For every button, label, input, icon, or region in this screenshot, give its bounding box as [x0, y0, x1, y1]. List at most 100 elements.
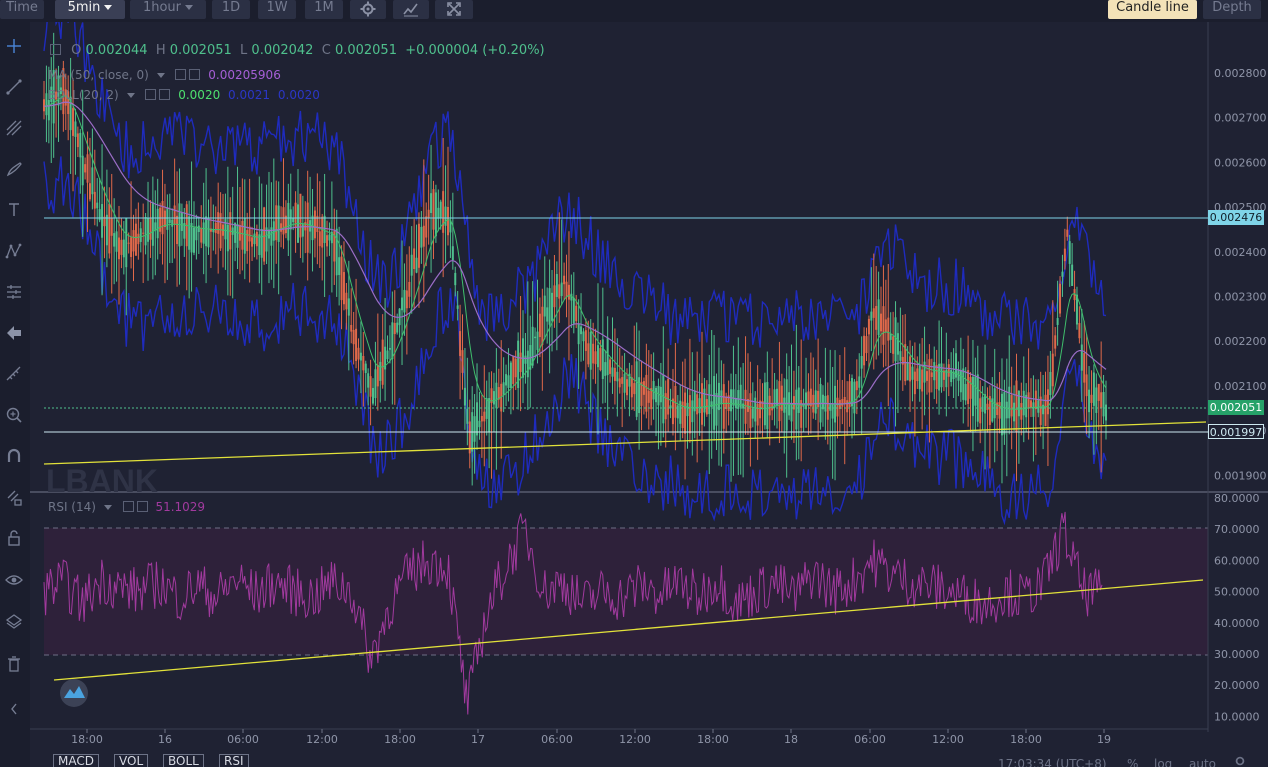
candle-body: [272, 221, 275, 241]
lock-pencil-icon[interactable]: [4, 487, 24, 507]
time-button[interactable]: Time: [0, 0, 44, 19]
candle-body: [790, 404, 793, 422]
measure-icon[interactable]: [4, 282, 24, 302]
candle-body: [197, 225, 200, 232]
w1-label: 1W: [266, 0, 288, 15]
candle-body: [340, 256, 343, 301]
trend-line-icon[interactable]: [4, 77, 24, 97]
candle-body: [444, 206, 447, 226]
chart-type-button[interactable]: [393, 0, 429, 19]
zoom-in-icon[interactable]: [4, 405, 24, 425]
candle-body: [843, 396, 846, 404]
candle-body: [551, 292, 554, 321]
candle-body: [495, 382, 498, 409]
rsi-label[interactable]: RSI (14): [48, 500, 96, 514]
candle-body: [916, 368, 919, 382]
interval-5min-dropdown[interactable]: 5min: [55, 0, 125, 19]
candle-body: [630, 377, 633, 398]
candle-body: [519, 352, 522, 373]
magnet-icon[interactable]: [4, 446, 24, 466]
time-tick-label: 16: [158, 733, 172, 746]
candle-body: [127, 242, 130, 244]
candle-body: [466, 408, 469, 424]
candle-body: [930, 372, 933, 377]
chart-type-icon: [403, 3, 418, 17]
text-icon[interactable]: [4, 200, 24, 220]
close-icon[interactable]: [159, 89, 171, 100]
candle-body: [589, 331, 592, 370]
chevron-down-icon[interactable]: [103, 505, 112, 510]
lock-icon[interactable]: [4, 528, 24, 548]
layers-icon[interactable]: [4, 612, 24, 632]
high-value: 0.002051: [169, 43, 232, 58]
chevron-down-icon[interactable]: [126, 93, 135, 98]
candle-body: [132, 230, 135, 252]
candle-body: [858, 376, 861, 388]
ma-label[interactable]: MA (50, close, 0): [48, 68, 149, 82]
candle-body: [768, 395, 771, 416]
brush-icon[interactable]: [4, 159, 24, 179]
tab-vol[interactable]: VOL: [114, 754, 149, 767]
percent-toggle[interactable]: %: [1127, 757, 1138, 767]
pattern-icon[interactable]: [4, 241, 24, 261]
candle-body: [899, 351, 902, 361]
auto-toggle[interactable]: auto: [1189, 757, 1216, 767]
candle-body: [391, 322, 394, 360]
price-chart[interactable]: LBANK 0.0028000.0027000.0026000.0025000.…: [30, 22, 1268, 767]
candle-body: [275, 205, 278, 241]
tab-rsi[interactable]: RSI: [219, 754, 249, 767]
collapse-sidebar-icon[interactable]: [4, 699, 17, 719]
close-icon[interactable]: [189, 69, 201, 80]
back-arrow-icon[interactable]: [4, 323, 24, 343]
candle-body: [255, 231, 258, 247]
candle-line-button[interactable]: Candle line: [1108, 0, 1197, 19]
interval-1w-button[interactable]: 1W: [258, 0, 296, 19]
candle-body: [1051, 353, 1054, 387]
candle-body: [734, 398, 737, 409]
depth-button[interactable]: Depth: [1203, 0, 1261, 19]
pitchfork-icon[interactable]: [4, 118, 24, 138]
candle-body: [512, 355, 515, 384]
interval-1m-button[interactable]: 1M: [305, 0, 343, 19]
drawing-tools-sidebar: [0, 22, 30, 767]
rsi-tick-label: 80.0000: [1214, 492, 1260, 505]
interval-1hour-dropdown[interactable]: 1hour: [130, 0, 206, 19]
support-price-tag: 0.001997: [1208, 424, 1264, 439]
candle-body: [173, 205, 176, 225]
rsi-axis-ticks: 80.0000 70.0000 60.0000 50.0000 40.0000 30.00…: [1214, 492, 1260, 723]
interval-label: 5min: [67, 0, 101, 15]
fullscreen-button[interactable]: [435, 0, 473, 19]
collapse-legend-icon[interactable]: [50, 44, 61, 55]
time-label: Time: [6, 0, 38, 15]
settings-icon[interactable]: [122, 501, 134, 512]
candle-body: [205, 216, 208, 247]
chevron-down-icon[interactable]: [156, 73, 165, 78]
settings-icon[interactable]: [175, 69, 187, 80]
close-icon[interactable]: [136, 501, 148, 512]
candle-body: [582, 331, 585, 342]
candle-body: [708, 384, 711, 415]
candle-body: [1095, 387, 1098, 413]
candle-body: [420, 226, 423, 248]
candle-body: [86, 154, 89, 183]
crosshair-icon[interactable]: [4, 36, 24, 56]
boll-label[interactable]: BOLL(20, 2): [48, 88, 119, 102]
candle-body: [1005, 401, 1008, 419]
candle-body: [502, 382, 505, 395]
ruler-icon[interactable]: [4, 364, 24, 384]
tab-boll[interactable]: BOLL: [163, 754, 204, 767]
boll-legend: BOLL(20, 2) 0.0020 0.0021 0.0020: [48, 88, 320, 102]
eye-icon[interactable]: [4, 570, 24, 590]
log-toggle[interactable]: log: [1154, 757, 1172, 767]
gear-icon[interactable]: [1233, 755, 1247, 767]
interval-1d-button[interactable]: 1D: [212, 0, 250, 19]
settings-button[interactable]: [350, 0, 386, 19]
rsi-tick-label: 60.0000: [1214, 554, 1260, 567]
tab-macd[interactable]: MACD: [53, 754, 99, 767]
candle-body: [142, 232, 145, 234]
settings-icon[interactable]: [145, 89, 157, 100]
candle-body: [863, 335, 866, 366]
candle-body: [650, 388, 653, 410]
tradingview-logo-icon: [60, 679, 88, 707]
trash-icon[interactable]: [4, 654, 24, 674]
